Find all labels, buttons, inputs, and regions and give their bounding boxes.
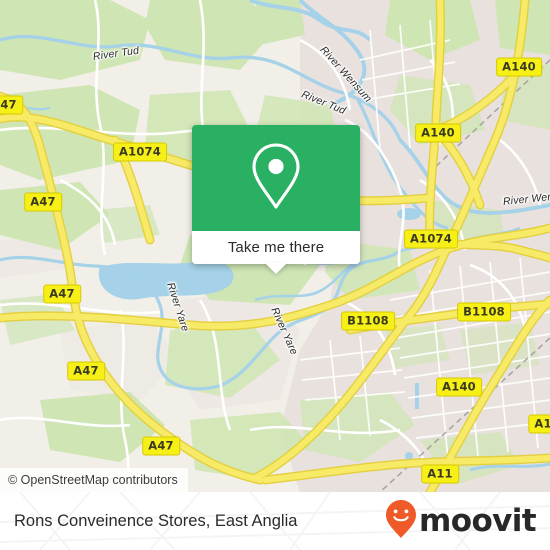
location-pin-icon <box>249 141 303 216</box>
take-me-there-label: Take me there <box>227 239 325 256</box>
road-shield: B1108 <box>341 311 395 331</box>
map-canvas[interactable]: A47 A1074 A47 A47 A47 A47 A140 A140 A107… <box>0 0 550 492</box>
road-shield: A140 <box>496 57 542 77</box>
road-shield: A1074 <box>404 229 458 249</box>
road-shield: A47 <box>0 95 23 115</box>
road-shield: A47 <box>67 361 105 381</box>
osm-attribution[interactable]: © OpenStreetMap contributors <box>0 468 188 492</box>
road-shield: A1 <box>528 414 550 434</box>
road-shield: A11 <box>421 464 459 484</box>
moovit-pin-icon <box>385 499 417 544</box>
place-title: Rons Conveinence Stores, East Anglia <box>14 511 298 530</box>
footer-bar: Rons Conveinence Stores, East Anglia moo… <box>0 492 550 550</box>
popup-pointer-tail <box>265 263 287 274</box>
road-shield: A47 <box>142 436 180 456</box>
popup-image-area <box>192 125 360 231</box>
road-shield: B1108 <box>457 302 511 322</box>
take-me-there-popup[interactable]: Take me there <box>192 125 360 274</box>
map-screenshot-root: A47 A1074 A47 A47 A47 A47 A140 A140 A107… <box>0 0 550 550</box>
road-shield: A47 <box>43 284 81 304</box>
moovit-wordmark: moovit <box>419 503 537 539</box>
popup-action-bar[interactable]: Take me there <box>192 231 360 274</box>
road-shield: A47 <box>24 192 62 212</box>
moovit-logo[interactable]: moovit <box>385 499 537 544</box>
road-shield: A140 <box>436 377 482 397</box>
road-shield: A140 <box>415 123 461 143</box>
road-shield: A1074 <box>113 142 167 162</box>
